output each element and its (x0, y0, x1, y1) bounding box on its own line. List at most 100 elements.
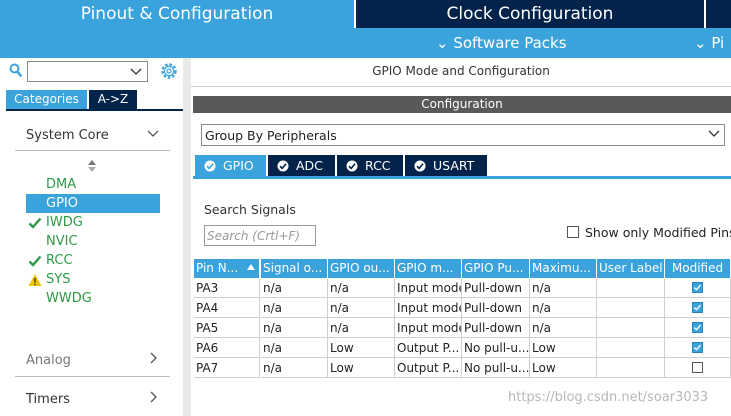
table-cell[interactable]: n/a (530, 298, 597, 318)
sidebar-item-dma[interactable]: DMA (26, 175, 160, 194)
column-header[interactable]: GPIO Pu... (462, 259, 530, 278)
tab-adc[interactable]: ADC (268, 155, 335, 176)
modified-checkbox[interactable] (692, 362, 703, 373)
column-header[interactable]: GPIO m... (395, 259, 462, 278)
tab-more[interactable] (706, 0, 731, 28)
modified-checkbox[interactable] (692, 342, 703, 353)
column-header-label: Signal o... (263, 261, 323, 275)
table-cell[interactable]: n/a (261, 278, 328, 298)
table-cell[interactable]: PA7 (194, 358, 260, 378)
column-header[interactable]: User Label (597, 259, 665, 278)
table-cell[interactable]: Output P... (395, 358, 462, 378)
table-cell[interactable]: No pull-u... (462, 338, 530, 358)
table-cell[interactable] (597, 358, 665, 378)
column-header-label: GPIO m... (397, 261, 454, 275)
gear-icon[interactable] (159, 61, 179, 81)
table-cell[interactable]: n/a (261, 338, 328, 358)
sidebar-item-wwdg[interactable]: WWDG (26, 289, 160, 308)
table-cell[interactable]: n/a (328, 278, 395, 298)
configuration-header: Configuration (193, 96, 731, 113)
table-cell[interactable]: n/a (530, 278, 597, 298)
search-icon[interactable] (9, 63, 23, 79)
table-cell[interactable]: n/a (261, 358, 328, 378)
system-core-header[interactable]: System Core (26, 128, 109, 143)
modified-checkbox[interactable] (692, 282, 703, 293)
tab-label: GPIO (223, 158, 254, 173)
column-header[interactable]: Pin N... (194, 259, 260, 278)
categories-tab[interactable]: Categories (6, 90, 87, 109)
table-cell[interactable]: Input mode (395, 278, 462, 298)
a-z-tab[interactable]: A->Z (89, 90, 137, 109)
sidebar-item-label: RCC (46, 253, 73, 268)
modified-checkbox[interactable] (692, 322, 703, 333)
category-search-combo[interactable] (27, 61, 148, 82)
column-header[interactable]: Modified (665, 259, 731, 278)
sort-arrows-icon[interactable] (88, 160, 96, 172)
section-divider (15, 150, 170, 151)
tab-underline (6, 109, 183, 111)
sidebar-item-gpio[interactable]: GPIO (26, 194, 160, 213)
check-icon (28, 255, 42, 267)
table-cell[interactable]: n/a (261, 298, 328, 318)
modified-cell (665, 298, 731, 318)
table-cell[interactable]: PA5 (194, 318, 260, 338)
column-header-label: Pin N... (196, 261, 239, 275)
table-cell[interactable]: PA4 (194, 298, 260, 318)
table-cell[interactable] (597, 278, 665, 298)
sidebar-item-nvic[interactable]: NVIC (26, 232, 160, 251)
table-cell[interactable] (597, 318, 665, 338)
column-header[interactable]: GPIO ou... (328, 259, 395, 278)
analog-header[interactable]: Analog (26, 353, 71, 368)
table-cell[interactable]: Output P... (395, 338, 462, 358)
tab-clock-configuration[interactable]: Clock Configuration (356, 0, 704, 28)
table-cell[interactable]: n/a (328, 318, 395, 338)
show-modified-checkbox[interactable] (567, 226, 579, 238)
table-cell[interactable] (597, 298, 665, 318)
tab-gpio[interactable]: GPIO (195, 155, 266, 176)
column-header[interactable]: Maximu... (530, 259, 597, 278)
check-icon (693, 284, 702, 291)
chevron-down-icon[interactable] (146, 128, 160, 140)
column-header-label: GPIO Pu... (464, 261, 524, 275)
search-signals-input[interactable] (204, 225, 316, 246)
chevron-down-icon[interactable] (707, 128, 721, 140)
sidebar-item-sys[interactable]: SYS (26, 270, 160, 289)
table-cell[interactable]: PA6 (194, 338, 260, 358)
table-cell[interactable]: n/a (328, 298, 395, 318)
sort-up-icon (247, 264, 255, 270)
sidebar-item-label: GPIO (46, 196, 78, 211)
table-cell[interactable]: Low (530, 358, 597, 378)
table-cell[interactable]: Pull-down (462, 278, 530, 298)
tab-usart[interactable]: USART (405, 155, 487, 176)
table-cell[interactable]: No pull-u... (462, 358, 530, 378)
column-header[interactable]: Signal o... (261, 259, 328, 278)
show-modified-label[interactable]: Show only Modified Pins (585, 225, 731, 240)
timers-header[interactable]: Timers (26, 392, 70, 407)
table-cell[interactable]: Low (530, 338, 597, 358)
sidebar-item-label: WWDG (46, 291, 92, 306)
check-circle-icon (346, 160, 358, 172)
pinout-menu[interactable]: ⌄ Pi (694, 28, 724, 58)
software-packs-menu[interactable]: ⌄ Software Packs (436, 28, 567, 58)
sidebar-item-rcc[interactable]: RCC (26, 251, 160, 270)
chevron-right-icon[interactable] (148, 390, 158, 404)
sidebar-item-label: NVIC (46, 234, 78, 249)
table-cell[interactable]: Pull-down (462, 298, 530, 318)
table-cell[interactable]: Low (328, 338, 395, 358)
table-cell[interactable] (597, 338, 665, 358)
table-cell[interactable]: Low (328, 358, 395, 378)
check-circle-icon (204, 160, 216, 172)
chevron-right-icon[interactable] (148, 351, 158, 365)
panel-divider[interactable] (183, 58, 191, 416)
tab-rcc[interactable]: RCC (337, 155, 403, 176)
table-cell[interactable]: PA3 (194, 278, 260, 298)
table-cell[interactable]: Input mode (395, 298, 462, 318)
modified-checkbox[interactable] (692, 302, 703, 313)
tab-pinout-configuration[interactable]: Pinout & Configuration (0, 0, 354, 28)
table-cell[interactable]: Pull-down (462, 318, 530, 338)
table-cell[interactable]: n/a (530, 318, 597, 338)
table-cell[interactable]: n/a (261, 318, 328, 338)
check-circle-icon (277, 160, 289, 172)
sidebar-item-iwdg[interactable]: IWDG (26, 213, 160, 232)
table-cell[interactable]: Input mode (395, 318, 462, 338)
